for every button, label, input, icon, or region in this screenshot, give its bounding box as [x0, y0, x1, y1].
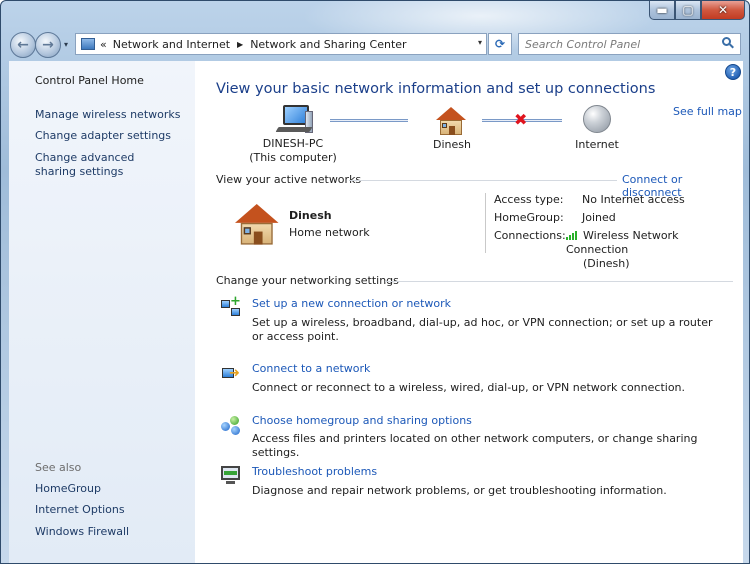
breadcrumb-network-sharing-center[interactable]: Network and Sharing Center	[250, 38, 406, 51]
address-dropdown-icon[interactable]: ▾	[478, 38, 482, 47]
back-arrow-icon: ←	[17, 37, 29, 53]
sidebar-item-change-adapter[interactable]: Change adapter settings	[35, 129, 171, 143]
address-bar[interactable]: « Network and Internet ▶ Network and Sha…	[75, 33, 487, 55]
wireless-connection-link[interactable]: Wireless Network Connection (Dinesh)	[566, 229, 743, 271]
recent-pages-dropdown-icon[interactable]: ▾	[64, 40, 68, 49]
connect-network-desc: Connect or reconnect to a wireless, wire…	[252, 381, 686, 394]
networking-settings-title: Change your networking settings	[216, 274, 399, 287]
forward-button[interactable]: →	[35, 32, 61, 58]
sidebar-item-internet-options[interactable]: Internet Options	[35, 503, 125, 517]
content-area: Control Panel Home Manage wireless netwo…	[9, 61, 743, 563]
help-icon[interactable]: ?	[725, 64, 741, 80]
active-network-name: Dinesh	[289, 209, 332, 222]
homegroup-joined-link[interactable]: Joined	[582, 211, 616, 224]
control-panel-icon	[81, 38, 95, 50]
connection-name-line2: (Dinesh)	[583, 257, 630, 270]
main-panel: ? View your basic network information an…	[195, 61, 743, 563]
setup-connection-link[interactable]: Set up a new connection or network	[252, 297, 451, 310]
see-also-label: See also	[35, 461, 82, 474]
homegroup-label: HomeGroup:	[494, 211, 564, 224]
homegroup-sharing-link[interactable]: Choose homegroup and sharing options	[252, 414, 472, 427]
internet-label[interactable]: Internet	[557, 138, 637, 152]
network-label: Dinesh	[433, 138, 471, 151]
sidebar-item-windows-firewall[interactable]: Windows Firewall	[35, 525, 129, 539]
nav-buttons: ← → ▾	[10, 32, 72, 58]
connections-label: Connections:	[494, 229, 566, 242]
navigation-bar: ← → ▾ « Network and Internet ▶ Network a…	[1, 29, 749, 61]
computer-label: DINESH-PC (This computer)	[243, 137, 343, 165]
close-button[interactable]: ✕	[701, 1, 745, 20]
computer-name: DINESH-PC	[262, 137, 324, 150]
divider	[349, 180, 617, 181]
connect-network-icon: ➜	[220, 363, 242, 385]
refresh-icon: ⟳	[494, 37, 506, 51]
minimize-icon: ▬	[656, 3, 668, 17]
wireless-signal-icon	[566, 230, 580, 240]
connection-name-line1: Wireless Network Connection	[566, 229, 679, 256]
sidebar-item-homegroup[interactable]: HomeGroup	[35, 482, 101, 496]
title-bar: ▬ ▢ ✕	[1, 1, 749, 51]
troubleshoot-desc: Diagnose and repair network problems, or…	[252, 484, 667, 497]
sidebar-item-control-panel-home[interactable]: Control Panel Home	[35, 74, 144, 88]
maximize-icon: ▢	[682, 3, 694, 17]
breadcrumb-overflow-icon[interactable]: «	[100, 38, 107, 51]
troubleshoot-icon	[220, 464, 242, 486]
access-type-value: No Internet access	[582, 193, 685, 206]
sidebar-item-advanced-sharing[interactable]: Change advanced sharing settings	[35, 151, 175, 179]
control-panel-window: ▬ ▢ ✕ ← → ▾ « Network and Internet ▶ Net…	[0, 0, 750, 564]
minimize-button[interactable]: ▬	[649, 1, 675, 20]
internet-globe-icon	[583, 105, 611, 133]
search-icon[interactable]	[722, 37, 734, 49]
connect-network-link[interactable]: Connect to a network	[252, 362, 370, 375]
no-connection-x-icon: ✖	[514, 110, 528, 129]
sidebar: Control Panel Home Manage wireless netwo…	[9, 61, 195, 563]
network-type-link[interactable]: Home network	[289, 226, 370, 239]
refresh-button[interactable]: ⟳	[488, 33, 512, 55]
new-connection-icon: +	[220, 294, 242, 319]
home-network-icon	[436, 107, 466, 135]
search-input[interactable]	[525, 34, 715, 54]
homegroup-sharing-icon	[220, 414, 242, 436]
troubleshoot-link[interactable]: Troubleshoot problems	[252, 465, 377, 478]
computer-sub: (This computer)	[249, 151, 337, 164]
setup-connection-desc: Set up a wireless, broadband, dial-up, a…	[252, 316, 713, 343]
maximize-button[interactable]: ▢	[675, 1, 701, 20]
active-networks-title: View your active networks	[216, 173, 362, 186]
caption-buttons: ▬ ▢ ✕	[649, 1, 745, 21]
computer-icon	[275, 105, 315, 135]
homegroup-sharing-desc: Access files and printers located on oth…	[252, 432, 698, 459]
close-icon: ✕	[717, 3, 729, 17]
breadcrumb-separator-icon[interactable]: ▶	[237, 40, 243, 49]
divider	[385, 281, 733, 282]
search-box[interactable]	[518, 33, 741, 55]
details-divider	[485, 193, 486, 253]
back-button[interactable]: ←	[10, 32, 36, 58]
see-full-map-link[interactable]: See full map	[673, 105, 742, 118]
breadcrumb-network-and-internet[interactable]: Network and Internet	[113, 38, 230, 51]
sidebar-item-manage-wireless[interactable]: Manage wireless networks	[35, 108, 180, 122]
access-type-label: Access type:	[494, 193, 564, 206]
map-link-computer-network	[330, 119, 408, 122]
forward-arrow-icon: →	[42, 37, 54, 53]
page-title: View your basic network information and …	[216, 81, 656, 97]
